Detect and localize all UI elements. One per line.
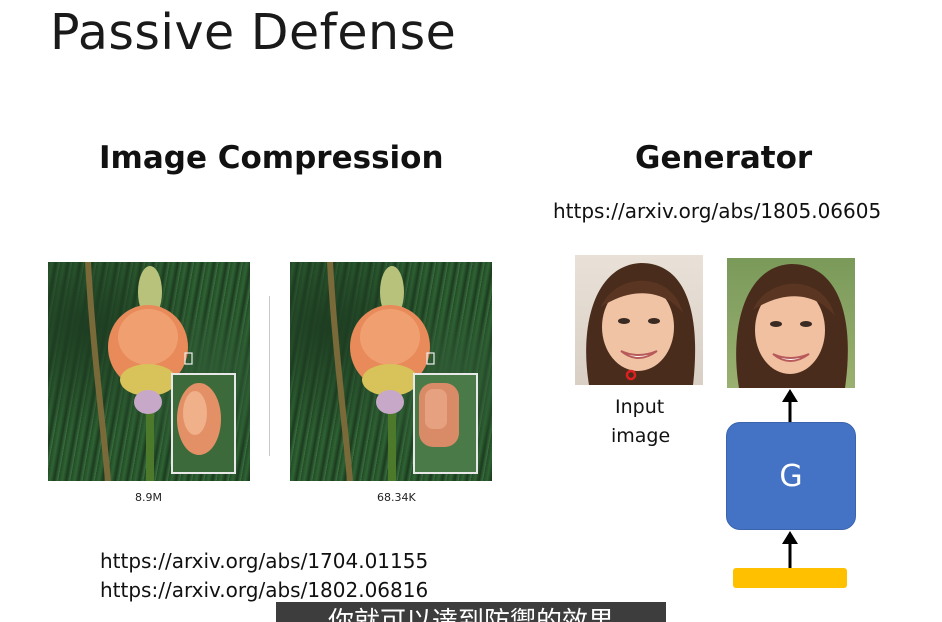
arrow-up-to-generator <box>782 531 798 568</box>
generator-heading: Generator <box>635 140 813 176</box>
compressed-size-label: 68.34K <box>377 491 416 504</box>
generator-url[interactable]: https://arxiv.org/abs/1805.06605 <box>553 199 881 223</box>
compressed-flower-image <box>290 262 492 481</box>
slide-title: Passive Defense <box>50 4 457 61</box>
original-flower-image <box>48 262 250 481</box>
original-size-label: 8.9M <box>135 491 162 504</box>
input-label-line1: Input <box>615 396 665 418</box>
zoom-inset-original <box>171 373 236 474</box>
arrow-up-to-output <box>782 389 798 424</box>
face-illustration-output <box>736 264 848 388</box>
input-label-line2: image <box>611 425 671 447</box>
face-illustration-input <box>586 263 696 385</box>
image-compression-heading: Image Compression <box>99 140 444 176</box>
image-divider <box>269 296 270 456</box>
subtitle-text: 你就可以達到防禦的效果 <box>327 607 614 622</box>
input-face-image <box>575 255 703 385</box>
noise-input-bar <box>733 568 847 588</box>
output-face-image <box>727 258 855 388</box>
zoom-inset-compressed <box>413 373 478 474</box>
generator-box: G <box>726 422 856 530</box>
generator-label: G <box>779 458 803 494</box>
video-subtitle: 你就可以達到防禦的效果 <box>276 602 666 622</box>
compression-url-1[interactable]: https://arxiv.org/abs/1704.01155 <box>100 549 428 573</box>
compression-url-2[interactable]: https://arxiv.org/abs/1802.06816 <box>100 578 428 602</box>
